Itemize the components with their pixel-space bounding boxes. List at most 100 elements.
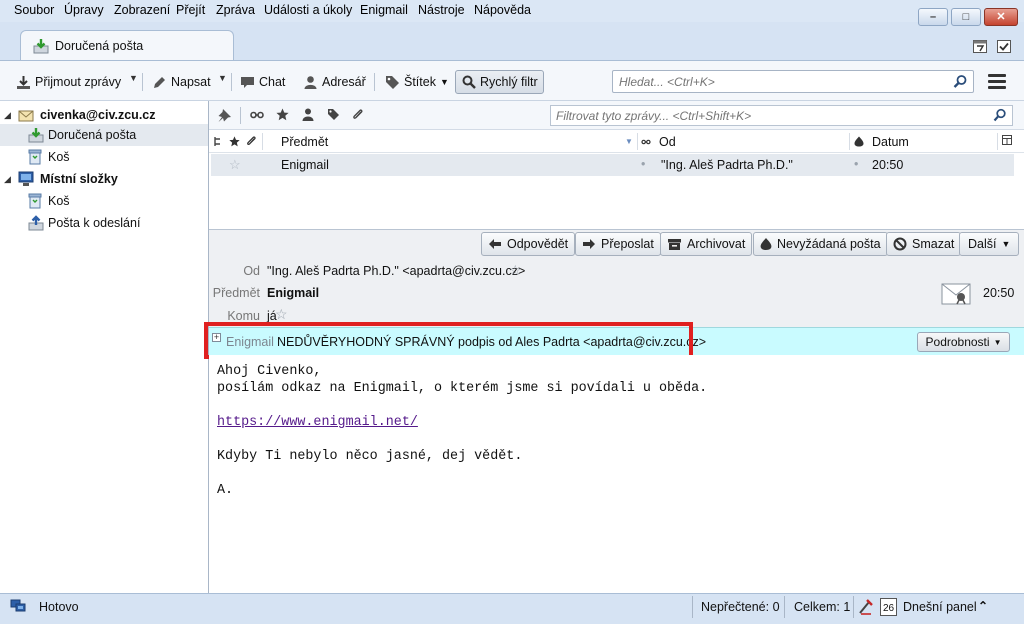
folder-local-trash[interactable]: Koš (0, 190, 208, 212)
delete-button[interactable]: Smazat (886, 232, 962, 256)
more-dropdown-icon: ▼ (1001, 239, 1011, 249)
archive-icon (668, 238, 681, 250)
thread-column-icon[interactable] (214, 136, 222, 147)
menu-udalosti[interactable]: Události a úkoly (264, 3, 352, 17)
contact-filter-icon[interactable] (302, 108, 314, 121)
tasks-tab-icon[interactable] (996, 38, 1012, 54)
trash-icon (28, 149, 42, 165)
chevron-up-icon[interactable]: ⌃ (978, 599, 988, 613)
trash-icon (28, 193, 42, 209)
pin-icon[interactable] (217, 108, 232, 123)
attachment-filter-icon[interactable] (352, 108, 364, 122)
collapse-icon[interactable]: ◢ (4, 110, 11, 121)
more-button[interactable]: Další ▼ (959, 232, 1020, 256)
menu-zobrazeni[interactable]: Zobrazení (114, 3, 170, 17)
attachment-column-icon[interactable] (246, 135, 257, 148)
forward-button[interactable]: Přeposlat (575, 232, 661, 256)
junk-button[interactable]: Nevyžádaná pošta (753, 232, 888, 256)
column-from[interactable]: Od (659, 135, 676, 149)
add-contact-star-icon[interactable]: ☆ (275, 306, 288, 323)
sort-arrow-icon: ▼ (625, 137, 633, 146)
online-status-icon[interactable] (10, 599, 26, 613)
search-input[interactable] (619, 74, 939, 90)
today-panel-toggle[interactable]: Dnešní panel (903, 600, 977, 614)
task-warning-icon[interactable] (858, 599, 873, 615)
read-dot-icon[interactable]: • (641, 157, 645, 171)
status-separator (692, 596, 693, 618)
message-header: Odpovědět Přeposlat Archivovat Nevyžádan… (209, 229, 1024, 327)
get-messages-button[interactable]: Přijmout zprávy (16, 72, 121, 92)
tag-label: Štítek (404, 75, 436, 89)
collapse-icon[interactable]: ◢ (4, 174, 11, 185)
status-separator (853, 596, 854, 618)
archive-label: Archivovat (687, 237, 746, 251)
menu-soubor[interactable]: Soubor (14, 3, 54, 17)
read-column-icon[interactable] (640, 138, 652, 146)
menu-prejit[interactable]: Přejít (176, 3, 205, 17)
body-line-empty (217, 397, 1016, 414)
junk-column-icon[interactable] (854, 136, 864, 147)
computer-icon (18, 171, 34, 186)
toolbar-separator (142, 73, 143, 91)
account-icon (18, 110, 34, 122)
menu-napoveda[interactable]: Nápověda (474, 3, 531, 17)
column-picker-icon[interactable] (1002, 135, 1014, 146)
folder-local[interactable]: ◢ Místní složky (0, 168, 208, 190)
body-line-empty (217, 465, 1016, 482)
star-column-icon[interactable] (229, 136, 240, 147)
calendar-icon[interactable]: 26 (880, 598, 897, 616)
column-date[interactable]: Datum (872, 135, 909, 149)
menu-upravy[interactable]: Úpravy (64, 3, 104, 17)
details-button[interactable]: Podrobnosti ▼ (917, 332, 1010, 352)
filter-messages-box[interactable] (550, 105, 1013, 126)
details-label: Podrobnosti (925, 335, 990, 349)
body-line-greeting: Ahoj Civenko, (217, 364, 322, 379)
write-dropdown-icon[interactable]: ▼ (218, 73, 227, 83)
menu-nastroje[interactable]: Nástroje (418, 3, 465, 17)
write-button[interactable]: Napsat (152, 72, 211, 92)
search-icon[interactable] (953, 74, 968, 89)
column-separator (849, 133, 850, 150)
signed-envelope-icon[interactable] (941, 283, 971, 305)
tag-filter-icon[interactable] (327, 108, 340, 121)
calendar-tab-icon[interactable] (972, 38, 988, 54)
menu-enigmail[interactable]: Enigmail (360, 3, 408, 17)
reply-icon (489, 239, 501, 249)
body-line-question: Kdyby Ti nebylo něco jasné, dej vědět. (217, 449, 523, 464)
tag-button[interactable]: Štítek ▼ (385, 72, 449, 92)
body-line-text: posílám odkaz na Enigmail, o kterém jsme… (217, 381, 708, 396)
get-messages-dropdown-icon[interactable]: ▼ (129, 73, 138, 83)
folder-account[interactable]: ◢ civenka@civ.zcu.cz (0, 104, 208, 126)
quick-filter-button[interactable]: Rychlý filtr (455, 70, 544, 94)
magnifier-icon (462, 75, 476, 89)
star-filter-icon[interactable] (276, 108, 289, 121)
from-label: Od (243, 264, 260, 278)
enigmail-link[interactable]: https://www.enigmail.net/ (217, 415, 418, 430)
hamburger-icon (988, 74, 1006, 77)
table-row[interactable]: ☆ Enigmail • "Ing. Aleš Padrta Ph.D." • … (211, 154, 1014, 176)
toolbar-separator (374, 73, 375, 91)
inbox-icon (28, 128, 44, 143)
global-search[interactable] (612, 70, 974, 93)
address-book-button[interactable]: Adresář (303, 72, 366, 92)
tab-inbox[interactable]: Doručená pošta (20, 30, 234, 61)
column-subject[interactable]: Předmět (281, 135, 328, 149)
message-time: 20:50 (983, 286, 1015, 300)
archive-button[interactable]: Archivovat (660, 232, 753, 256)
outbox-icon (28, 215, 44, 231)
folder-outbox[interactable]: Pošta k odeslání (0, 212, 208, 234)
add-contact-star-icon[interactable]: ☆ (509, 262, 522, 279)
address-book-label: Adresář (322, 75, 366, 89)
filter-messages-input[interactable] (556, 108, 976, 124)
from-value[interactable]: "Ing. Aleš Padrta Ph.D." <apadrta@civ.zc… (267, 264, 525, 278)
unread-filter-icon[interactable] (250, 109, 264, 121)
junk-dot-icon[interactable]: • (854, 157, 858, 171)
reply-button[interactable]: Odpovědět (481, 232, 576, 256)
folder-inbox[interactable]: Doručená pošta (0, 124, 208, 146)
star-outline-icon[interactable]: ☆ (229, 157, 241, 173)
chat-button[interactable]: Chat (240, 72, 285, 92)
menu-zprava[interactable]: Zpráva (216, 3, 255, 17)
app-menu-button[interactable] (988, 74, 1006, 92)
folder-trash[interactable]: Koš (0, 146, 208, 168)
search-icon (993, 108, 1006, 122)
